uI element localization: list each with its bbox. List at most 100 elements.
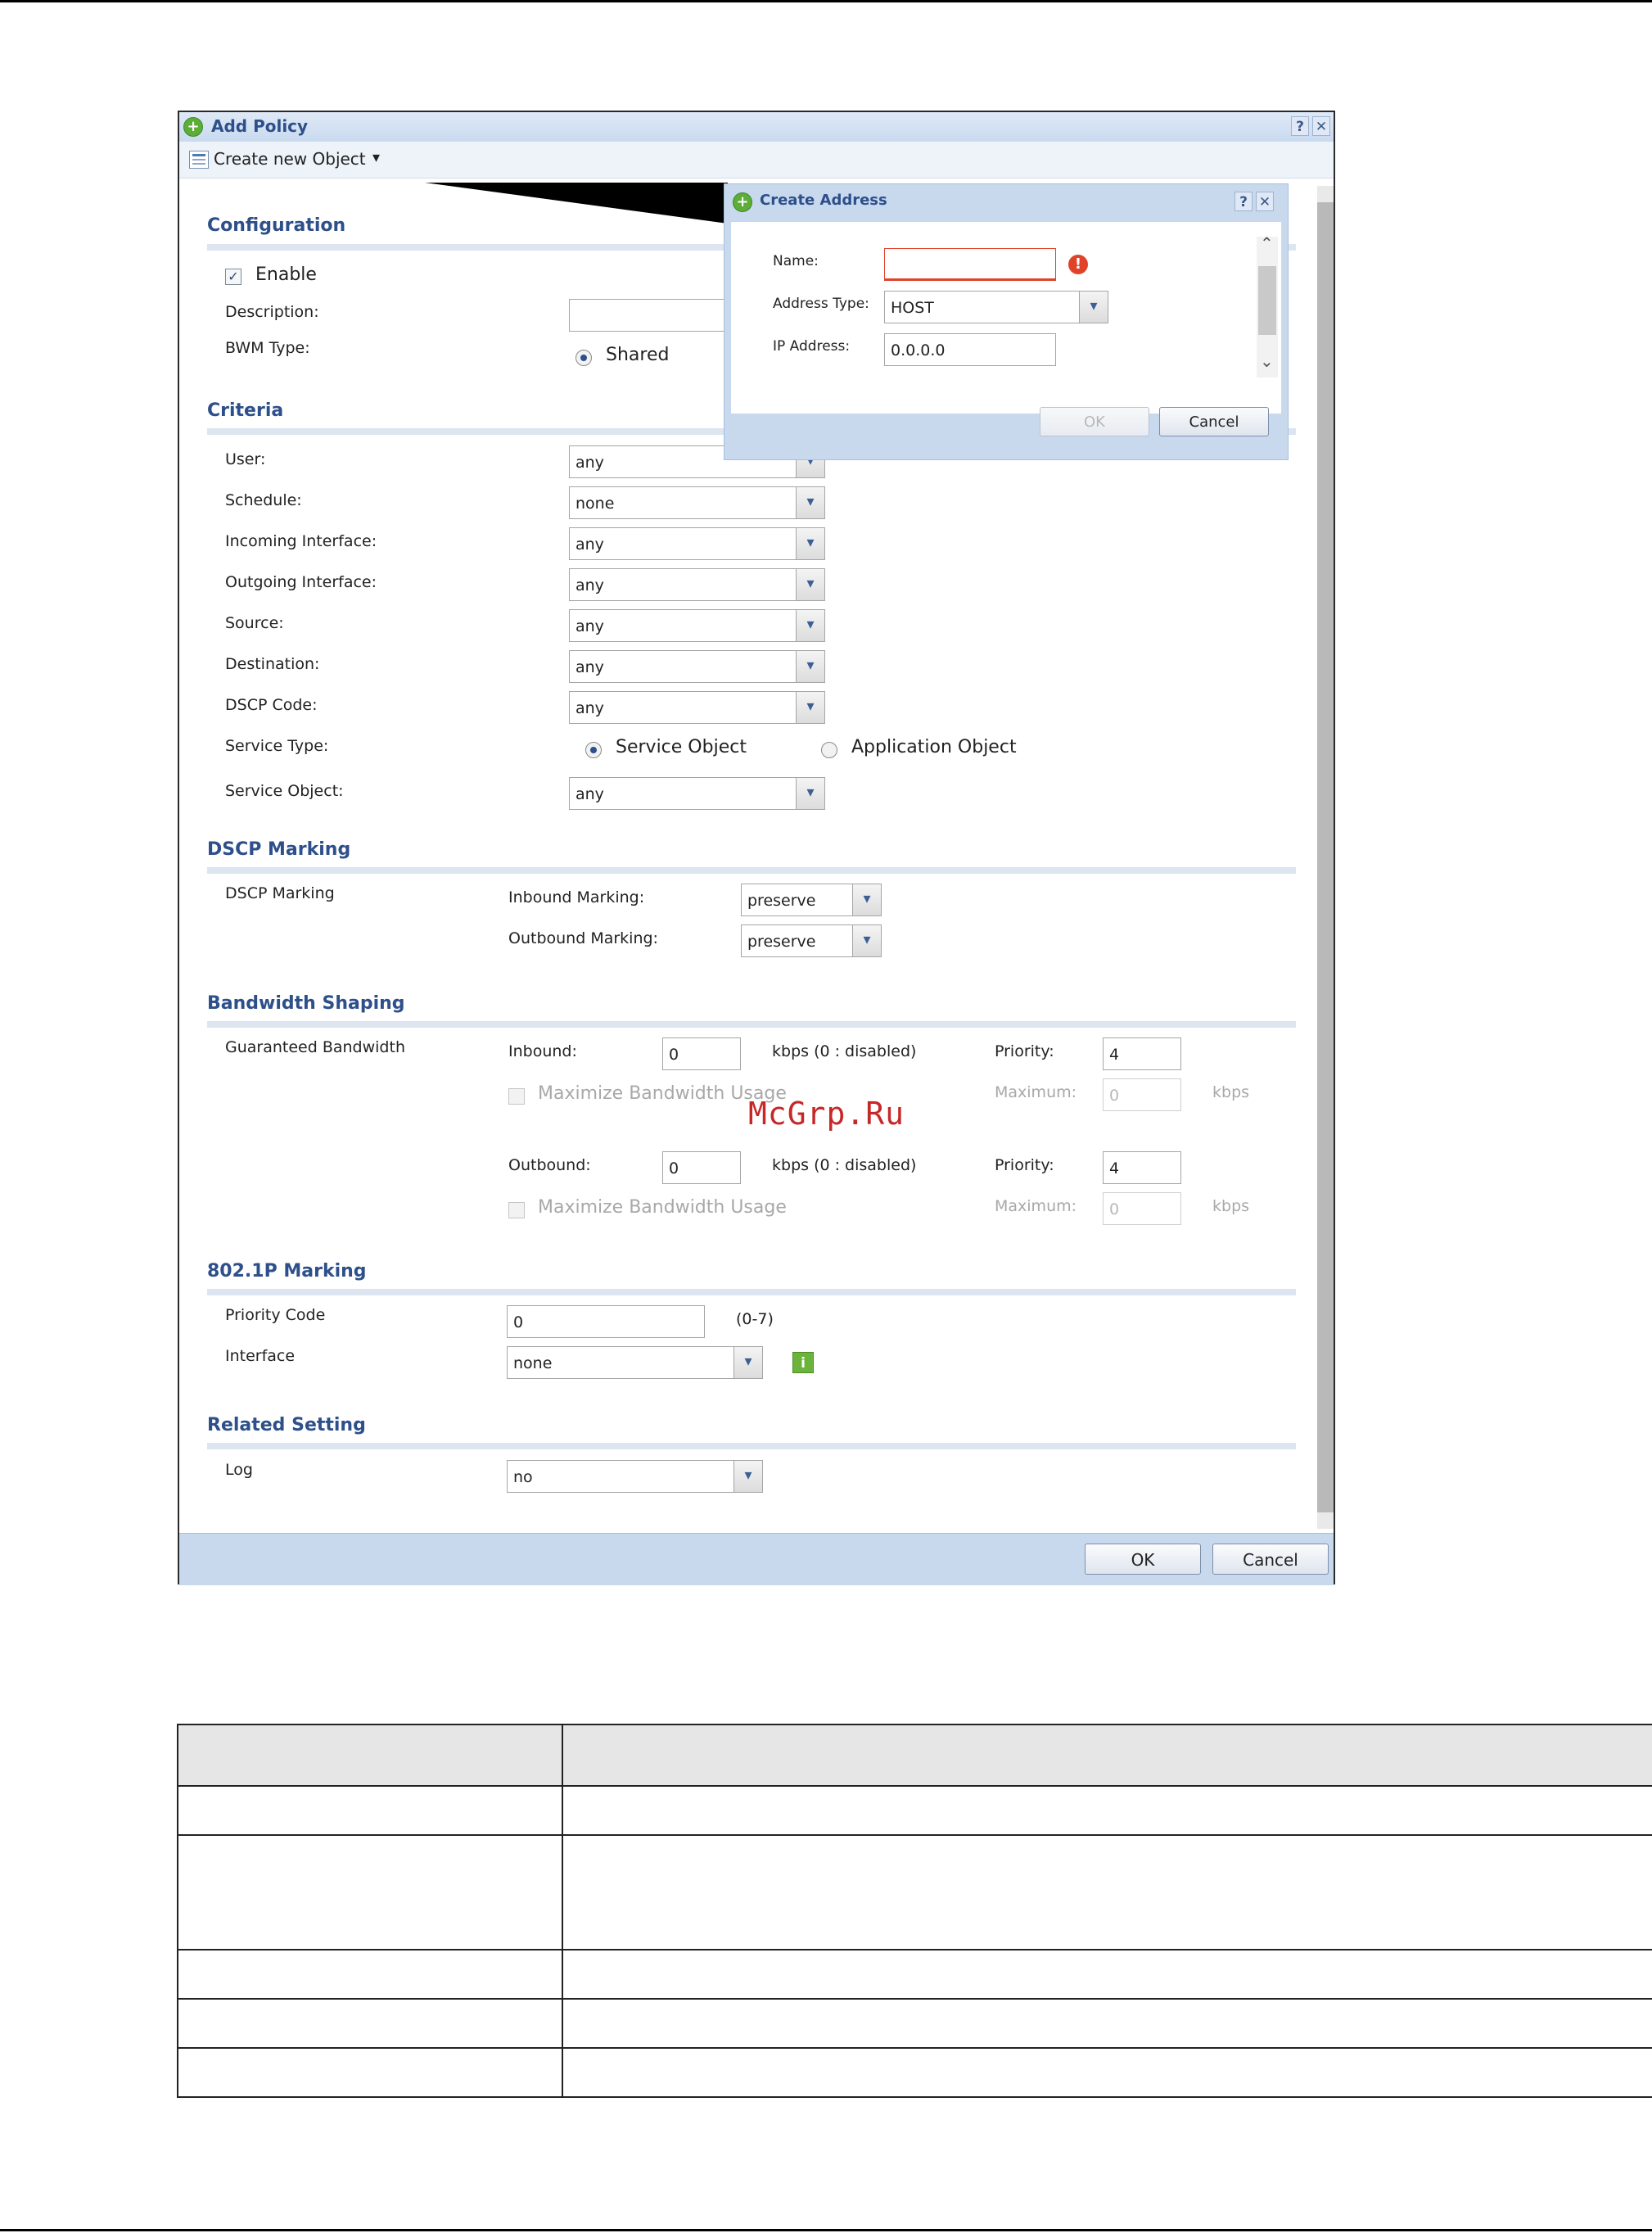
service-object-select[interactable]: any ▾ [569,777,825,810]
add-icon: + [183,117,203,137]
outgoing-interface-select[interactable]: any ▾ [569,568,825,601]
table-cell [562,1998,1652,2049]
help-button[interactable]: ? [1291,116,1309,136]
page-top-rule [0,0,1652,2]
table-cell [177,2047,563,2098]
table-cell [177,1949,563,2000]
scrollbar[interactable] [1317,186,1334,1529]
scroll-up-icon: ⌃ [1260,233,1274,253]
bandwidth-shaping-heading: Bandwidth Shaping [207,993,405,1014]
ok-button[interactable]: OK [1085,1544,1201,1575]
watermark: McGrp.Ru [748,1096,905,1132]
schedule-select[interactable]: none ▾ [569,486,825,519]
section-divider [207,1021,1296,1028]
inbound-kbps-label: kbps [1212,1083,1250,1101]
dialog-toolbar: Create new Object ▾ [179,142,1334,179]
chevron-down-icon: ▾ [852,925,881,956]
source-label: Source: [225,614,284,632]
log-select[interactable]: no ▾ [507,1460,763,1493]
outbound-maximum-input[interactable]: 0 [1103,1192,1181,1225]
outgoing-interface-label: Outgoing Interface: [225,573,377,591]
dscp-code-select[interactable]: any ▾ [569,691,825,724]
source-select[interactable]: any ▾ [569,609,825,642]
service-object-radio[interactable] [585,742,602,758]
outbound-marking-select[interactable]: preserve ▾ [741,924,882,957]
schedule-label: Schedule: [225,491,302,509]
popup-scrollbar-thumb[interactable] [1258,266,1276,335]
interface-select[interactable]: none ▾ [507,1346,763,1379]
inbound-maximize-checkbox[interactable] [508,1088,525,1105]
table-cell [177,1998,563,2049]
close-button[interactable]: ✕ [1312,116,1330,136]
popup-close-button[interactable]: ✕ [1256,192,1274,211]
outbound-marking-label: Outbound Marking: [508,929,658,947]
enable-checkbox[interactable]: ✓ [225,269,241,285]
chevron-down-icon: ▾ [796,487,824,518]
inbound-maximum-input[interactable]: 0 [1103,1078,1181,1111]
info-icon[interactable]: i [792,1352,814,1373]
table-cell [177,1834,563,1950]
priority-code-range: (0-7) [736,1310,774,1328]
section-divider [207,867,1296,874]
chevron-down-icon: ▾ [796,528,824,559]
address-type-label: Address Type: [773,296,869,312]
bwm-shared-label: Shared [606,345,670,365]
table-cell [562,2047,1652,2098]
application-object-radio[interactable] [821,742,837,758]
outbound-maximum-label: Maximum: [995,1197,1077,1215]
guaranteed-bandwidth-label: Guaranteed Bandwidth [225,1038,405,1056]
table-cell [562,1785,1652,1836]
chevron-down-icon: ▾ [796,692,824,723]
chevron-down-icon: ▾ [1079,292,1108,323]
popup-scrollbar[interactable]: ⌃ ⌄ [1257,233,1278,377]
table-row [177,1949,1652,2000]
table-row [177,1785,1652,1836]
inbound-bandwidth-input[interactable]: 0 [662,1037,741,1070]
priority-code-input[interactable]: 0 [507,1305,705,1338]
description-table [177,1724,1652,2098]
object-list-icon [189,151,209,169]
scrollbar-thumb[interactable] [1317,202,1334,1512]
ip-address-input[interactable]: 0.0.0.0 [884,333,1056,366]
table-header-row [177,1724,1652,1787]
popup-cancel-button[interactable]: Cancel [1159,407,1269,436]
inbound-priority-input[interactable]: 4 [1103,1037,1181,1070]
incoming-interface-label: Incoming Interface: [225,532,377,550]
priority-code-label: Priority Code [225,1306,326,1324]
chevron-down-icon: ▾ [796,569,824,600]
outbound-bandwidth-input[interactable]: 0 [662,1151,741,1184]
dscp-marking-heading: DSCP Marking [207,839,351,860]
section-divider [207,1443,1296,1449]
name-label: Name: [773,253,819,269]
outbound-priority-label: Priority: [995,1156,1054,1174]
outbound-maximize-checkbox[interactable] [508,1202,525,1218]
destination-select[interactable]: any ▾ [569,650,825,683]
cancel-button[interactable]: Cancel [1212,1544,1329,1575]
criteria-heading: Criteria [207,400,284,421]
scroll-down-icon: ⌄ [1260,351,1274,371]
dscp-marking-label: DSCP Marking [225,884,335,902]
bwm-type-label: BWM Type: [225,339,310,357]
inbound-marking-select[interactable]: preserve ▾ [741,884,882,916]
popup-ok-button[interactable]: OK [1040,407,1149,436]
description-input[interactable] [569,299,749,332]
address-type-select[interactable]: HOST ▾ [884,291,1108,323]
table-cell [562,1724,1652,1787]
service-object-option: Service Object [616,737,747,757]
bwm-shared-radio[interactable] [575,350,592,366]
section-divider [207,1289,1296,1295]
page-bottom-rule [0,2229,1652,2231]
dialog-title: Add Policy [211,116,309,136]
incoming-interface-select[interactable]: any ▾ [569,527,825,560]
create-object-label: Create new Object [214,149,366,169]
popup-help-button[interactable]: ? [1234,192,1253,211]
outbound-priority-input[interactable]: 4 [1103,1151,1181,1184]
description-label: Description: [225,303,319,321]
table-row [177,1998,1652,2049]
p8021-heading: 802.1P Marking [207,1261,367,1281]
table-row [177,2047,1652,2098]
chevron-down-icon: ▾ [733,1461,762,1492]
name-input[interactable] [884,248,1056,281]
service-object-label: Service Object: [225,782,344,800]
destination-label: Destination: [225,655,320,673]
